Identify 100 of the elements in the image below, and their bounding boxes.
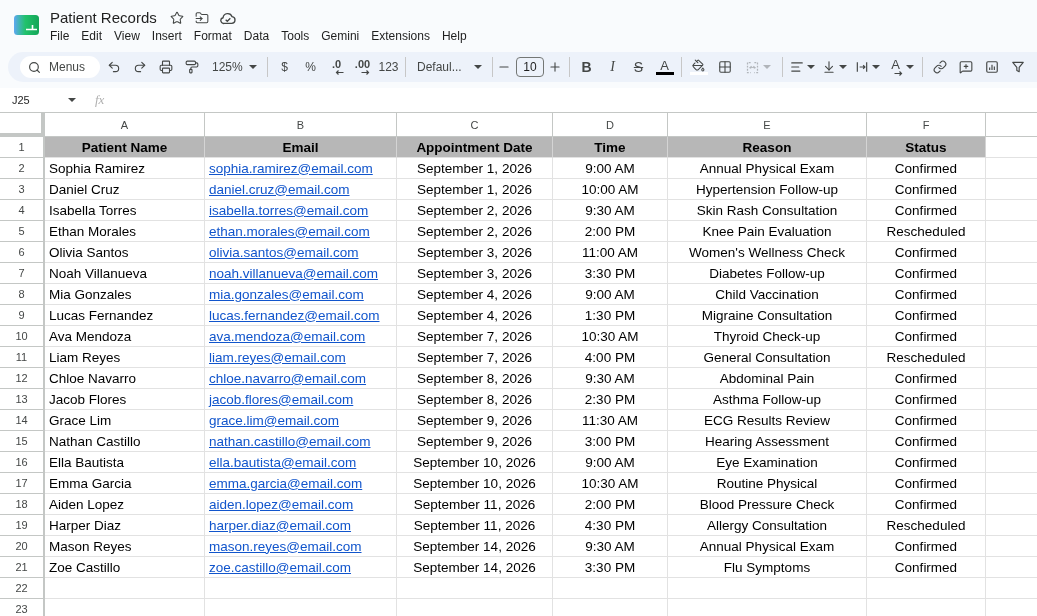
zoom-dropdown[interactable]: 125% [205, 54, 263, 80]
row-header[interactable]: 5 [0, 221, 45, 242]
increase-decimal-button[interactable]: .00 [350, 54, 375, 80]
menu-item[interactable]: View [108, 27, 146, 45]
email-link[interactable]: ava.mendoza@email.com [209, 328, 366, 344]
paint-roller-icon[interactable] [184, 60, 199, 74]
row-header[interactable]: 18 [0, 494, 45, 515]
caret-icon[interactable] [474, 65, 482, 69]
caret-icon[interactable] [838, 65, 847, 69]
menu-item[interactable]: Data [237, 27, 276, 45]
row-header[interactable]: 4 [0, 200, 45, 221]
email-link[interactable]: sophia.ramirez@email.com [209, 160, 373, 176]
email-link[interactable]: aiden.lopez@email.com [209, 496, 354, 512]
caret-icon[interactable] [806, 65, 815, 69]
caret-icon[interactable] [906, 65, 914, 69]
row-header[interactable]: 21 [0, 557, 45, 578]
caret-icon[interactable] [68, 98, 76, 102]
decrease-decimal-button[interactable]: .0 [324, 54, 349, 80]
row-header[interactable]: 13 [0, 389, 45, 410]
email-link[interactable]: grace.lim@email.com [209, 412, 339, 428]
email-link[interactable]: daniel.cruz@email.com [209, 181, 350, 197]
strikethrough-button[interactable]: S [626, 54, 651, 80]
star-icon[interactable] [169, 10, 184, 25]
row-header[interactable]: 14 [0, 410, 45, 431]
email-link[interactable]: zoe.castillo@email.com [209, 559, 351, 575]
font-dropdown[interactable]: Defaul... [410, 54, 488, 80]
percent-button[interactable]: % [298, 54, 323, 80]
email-link[interactable]: lucas.fernandez@email.com [209, 307, 380, 323]
font-size-field[interactable]: 10 [516, 57, 544, 77]
email-link[interactable]: ethan.morales@email.com [209, 223, 370, 239]
arrow-down-to-line-icon[interactable] [821, 60, 836, 74]
email-link[interactable]: jacob.flores@email.com [209, 391, 354, 407]
row-header[interactable]: 16 [0, 452, 45, 473]
borders-grid-icon[interactable] [717, 60, 732, 74]
menu-item[interactable]: Insert [145, 27, 188, 45]
row-header[interactable]: 17 [0, 473, 45, 494]
email-link[interactable]: liam.reyes@email.com [209, 349, 346, 365]
row-header[interactable]: 11 [0, 347, 45, 368]
search-icon[interactable] [28, 60, 41, 74]
right-arrow-icon[interactable] [361, 70, 370, 75]
spreadsheet-logo-icon[interactable] [14, 15, 39, 35]
undo-icon[interactable] [106, 60, 121, 74]
plus-icon[interactable] [548, 60, 562, 74]
caret-icon[interactable] [249, 65, 257, 69]
document-title[interactable]: Patient Records [44, 8, 163, 27]
menu-item[interactable]: Extensions [365, 27, 436, 45]
email-link[interactable]: harper.diaz@email.com [209, 517, 351, 533]
column-header[interactable]: C [397, 113, 553, 137]
wrap-arrow-icon[interactable] [854, 60, 869, 74]
redo-icon[interactable] [132, 60, 147, 74]
menu-item[interactable]: File [44, 27, 76, 45]
row-header[interactable]: 6 [0, 242, 45, 263]
menu-item[interactable]: Edit [75, 27, 109, 45]
menu-item[interactable]: Help [435, 27, 473, 45]
caret-icon[interactable] [871, 65, 880, 69]
column-header[interactable]: B [205, 113, 397, 137]
italic-button[interactable]: I [600, 54, 625, 80]
currency-button[interactable]: $ [272, 54, 297, 80]
right-arrow-icon[interactable] [894, 71, 903, 76]
filter-icon[interactable] [1010, 60, 1025, 74]
menu-item[interactable]: Format [187, 27, 238, 45]
left-arrow-icon[interactable] [335, 70, 344, 75]
menu-search-field[interactable]: Menus [20, 56, 100, 78]
text-color-button[interactable]: A [652, 54, 677, 80]
email-link[interactable]: olivia.santos@email.com [209, 244, 359, 260]
row-header[interactable]: 2 [0, 158, 45, 179]
bold-button[interactable]: B [574, 54, 599, 80]
row-header[interactable]: 22 [0, 578, 45, 599]
column-header[interactable]: A [45, 113, 205, 137]
row-header[interactable]: 19 [0, 515, 45, 536]
text-color-bar-icon[interactable] [655, 72, 674, 75]
folder-icon[interactable] [194, 10, 209, 25]
email-link[interactable]: mia.gonzales@email.com [209, 286, 364, 302]
column-header[interactable]: D [553, 113, 668, 137]
email-link[interactable]: mason.reyes@email.com [209, 538, 362, 554]
email-link[interactable]: noah.villanueva@email.com [209, 265, 379, 281]
printer-icon[interactable] [158, 60, 173, 74]
menu-item[interactable]: Gemini [315, 27, 366, 45]
comment-plus-icon[interactable] [958, 60, 973, 74]
cloud-check-icon[interactable] [219, 10, 236, 25]
email-link[interactable]: emma.garcia@email.com [209, 475, 363, 491]
text-rotation-button[interactable]: A [884, 54, 918, 80]
paint-bucket-icon[interactable] [692, 59, 705, 72]
row-header[interactable]: 1 [0, 137, 45, 158]
column-header[interactable]: F [867, 113, 986, 137]
column-header[interactable]: E [668, 113, 867, 137]
more-formats-button[interactable]: 123 [376, 54, 401, 80]
menu-item[interactable]: Tools [275, 27, 316, 45]
row-header[interactable]: 7 [0, 263, 45, 284]
row-header[interactable]: 20 [0, 536, 45, 557]
email-link[interactable]: chloe.navarro@email.com [209, 370, 367, 386]
row-header[interactable]: 15 [0, 431, 45, 452]
row-header[interactable]: 10 [0, 326, 45, 347]
row-header[interactable]: 3 [0, 179, 45, 200]
email-link[interactable]: ella.bautista@email.com [209, 454, 357, 470]
row-header[interactable]: 8 [0, 284, 45, 305]
link-icon[interactable] [932, 60, 947, 74]
row-header[interactable]: 12 [0, 368, 45, 389]
chart-icon[interactable] [984, 60, 999, 74]
row-header[interactable]: 9 [0, 305, 45, 326]
